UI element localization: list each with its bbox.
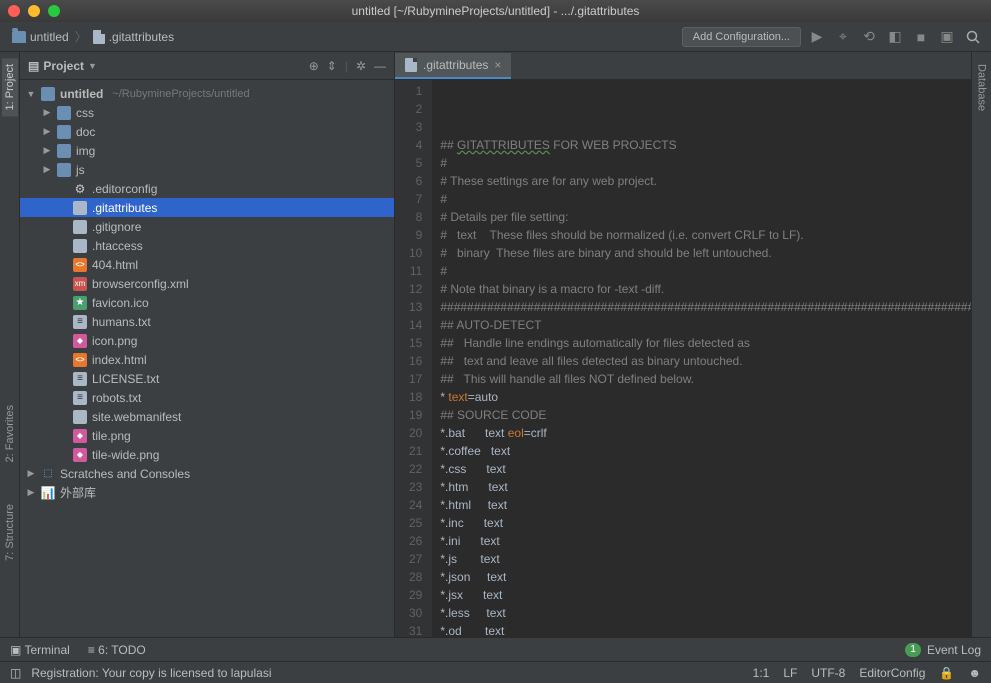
tree-root[interactable]: untitled~/RubymineProjects/untitled	[20, 84, 394, 103]
project-sidebar: ▤ Project ▼ ⊕ ⇕ | ✲ — untitled~/Rubymine…	[20, 52, 395, 637]
line-ending[interactable]: LF	[783, 666, 797, 680]
dropdown-icon[interactable]: ▼	[88, 61, 97, 71]
status-bar: ◫ Registration: Your copy is licensed to…	[0, 661, 991, 683]
project-tree[interactable]: untitled~/RubymineProjects/untitledcssdo…	[20, 80, 394, 637]
caret-position[interactable]: 1:1	[753, 666, 770, 680]
titlebar: untitled [~/RubymineProjects/untitled] -…	[0, 0, 991, 22]
tree-file[interactable]: xmbrowserconfig.xml	[20, 274, 394, 293]
tree-file[interactable]: site.webmanifest	[20, 407, 394, 426]
tree-file[interactable]: ⚙.editorconfig	[20, 179, 394, 198]
breadcrumb-root: untitled	[30, 30, 69, 44]
tree-file[interactable]: ◆tile.png	[20, 426, 394, 445]
sidebar-title[interactable]: Project	[43, 59, 84, 73]
breadcrumb[interactable]: untitled 〉 .gitattributes	[8, 26, 178, 47]
encoding[interactable]: UTF-8	[811, 666, 845, 680]
tree-file[interactable]: ◆icon.png	[20, 331, 394, 350]
code-editor[interactable]: 1234567891011121314151617181920212223242…	[395, 80, 971, 637]
close-window-button[interactable]	[8, 5, 20, 17]
database-tool-tab[interactable]: Database	[974, 58, 990, 117]
todo-tool-button[interactable]: ≡ 6: TODO	[88, 643, 146, 657]
tree-file[interactable]: ◆tile-wide.png	[20, 445, 394, 464]
layout-icon[interactable]: ▣	[937, 27, 957, 47]
tree-folder-css[interactable]: css	[20, 103, 394, 122]
bottom-tool-bar: ▣ Terminal ≡ 6: TODO 1 Event Log	[0, 637, 991, 661]
window-title: untitled [~/RubymineProjects/untitled] -…	[0, 4, 991, 18]
collapse-icon[interactable]: ⇕	[327, 59, 337, 73]
tree-file[interactable]: ≡LICENSE.txt	[20, 369, 394, 388]
navigation-bar: untitled 〉 .gitattributes Add Configurat…	[0, 22, 991, 52]
tree-folder-doc[interactable]: doc	[20, 122, 394, 141]
settings-icon[interactable]: ✲	[356, 59, 366, 73]
profile-icon[interactable]: ◧	[885, 27, 905, 47]
close-tab-icon[interactable]: ×	[494, 58, 501, 72]
tree-scratches[interactable]: ⬚Scratches and Consoles	[20, 464, 394, 483]
hide-icon[interactable]: —	[374, 59, 386, 73]
minimize-window-button[interactable]	[28, 5, 40, 17]
breadcrumb-sep: 〉	[75, 28, 87, 45]
tool-windows-icon[interactable]: ◫	[10, 666, 21, 680]
tab-label: .gitattributes	[423, 58, 488, 72]
search-icon[interactable]	[963, 27, 983, 47]
event-log-button[interactable]: Event Log	[927, 643, 981, 657]
tree-file[interactable]: ≡humans.txt	[20, 312, 394, 331]
zoom-window-button[interactable]	[48, 5, 60, 17]
tree-file[interactable]: ★favicon.ico	[20, 293, 394, 312]
event-count-badge: 1	[905, 643, 921, 657]
editorconfig-indicator[interactable]: EditorConfig	[859, 666, 925, 680]
run-icon[interactable]: ▶	[807, 27, 827, 47]
tree-file[interactable]: <>index.html	[20, 350, 394, 369]
terminal-tool-button[interactable]: ▣ Terminal	[10, 643, 70, 657]
right-tool-strip: Database	[971, 52, 991, 637]
breadcrumb-file: .gitattributes	[109, 30, 174, 44]
folder-icon	[12, 31, 26, 43]
project-sidebar-header: ▤ Project ▼ ⊕ ⇕ | ✲ —	[20, 52, 394, 80]
add-configuration-button[interactable]: Add Configuration...	[682, 27, 801, 47]
status-message: Registration: Your copy is licensed to l…	[31, 666, 271, 680]
project-tool-tab[interactable]: 1: Project	[2, 58, 18, 116]
tree-file[interactable]: ≡robots.txt	[20, 388, 394, 407]
lock-icon[interactable]: 🔒	[939, 666, 954, 680]
editor-tab[interactable]: .gitattributes ×	[395, 53, 511, 79]
stop-icon[interactable]: ■	[911, 27, 931, 47]
structure-tool-tab[interactable]: 7: Structure	[2, 498, 18, 567]
debug-icon[interactable]: ⌖	[833, 27, 853, 47]
file-icon	[405, 58, 417, 72]
tree-external-libs[interactable]: 📊外部库	[20, 483, 394, 502]
code-content[interactable]: ✔ ## GITATTRIBUTES FOR WEB PROJECTS## Th…	[432, 80, 971, 637]
locate-icon[interactable]: ⊕	[309, 59, 319, 73]
tree-file[interactable]: .gitattributes	[20, 198, 394, 217]
tree-folder-js[interactable]: js	[20, 160, 394, 179]
tree-file[interactable]: .gitignore	[20, 217, 394, 236]
line-gutter: 1234567891011121314151617181920212223242…	[395, 80, 432, 637]
file-icon	[93, 30, 105, 44]
coverage-icon[interactable]: ⟲	[859, 27, 879, 47]
left-tool-strip: 1: Project 2: Favorites 7: Structure	[0, 52, 20, 637]
tree-file[interactable]: .htaccess	[20, 236, 394, 255]
tree-folder-img[interactable]: img	[20, 141, 394, 160]
editor-tabs: .gitattributes ×	[395, 52, 971, 80]
favorites-tool-tab[interactable]: 2: Favorites	[2, 399, 18, 468]
tree-file[interactable]: <>404.html	[20, 255, 394, 274]
editor-area: .gitattributes × 12345678910111213141516…	[395, 52, 971, 637]
project-icon: ▤	[28, 59, 39, 73]
hector-icon[interactable]: ☻	[968, 666, 981, 680]
